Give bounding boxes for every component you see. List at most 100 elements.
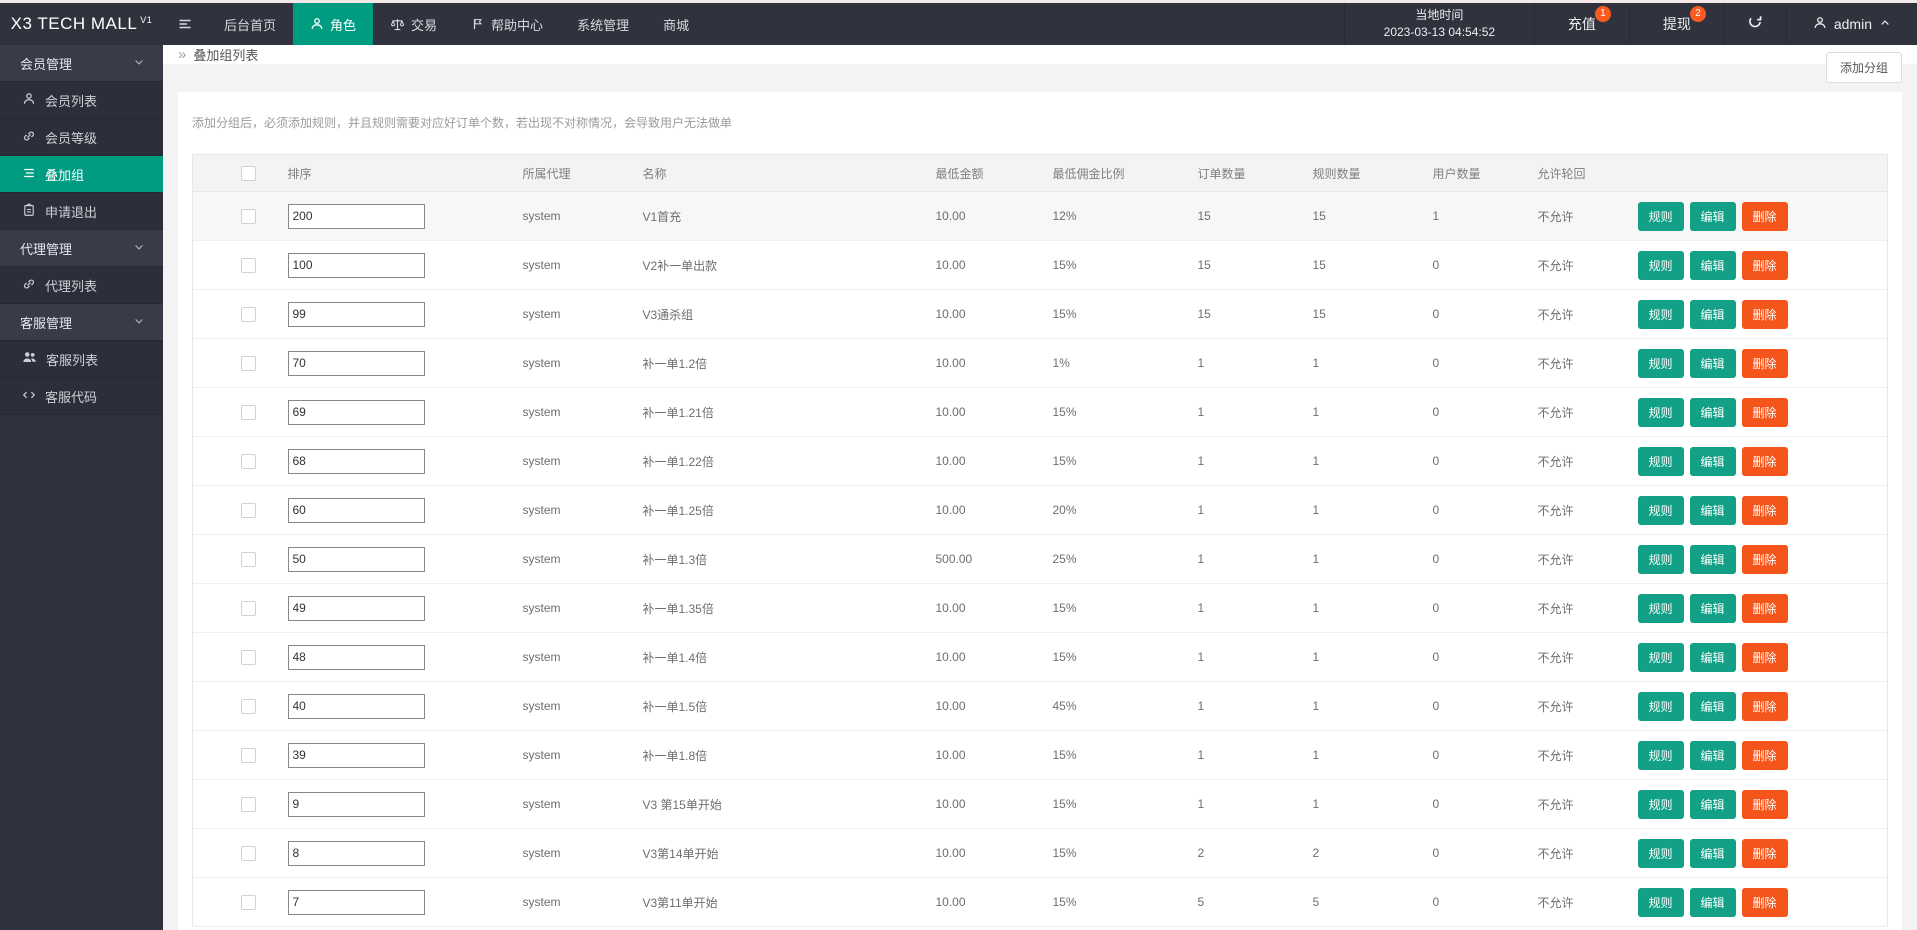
edit-button[interactable]: 编辑 (1689, 544, 1736, 574)
sidebar-group-5[interactable]: 代理管理 (0, 230, 163, 267)
delete-button[interactable]: 删除 (1741, 838, 1788, 868)
rule-button[interactable]: 规则 (1637, 397, 1684, 427)
edit-button[interactable]: 编辑 (1689, 740, 1736, 770)
sort-input[interactable] (287, 644, 425, 670)
sort-input[interactable] (287, 889, 425, 915)
delete-button[interactable]: 删除 (1741, 593, 1788, 623)
rule-button[interactable]: 规则 (1637, 348, 1684, 378)
row-checkbox[interactable] (241, 600, 256, 616)
edit-button[interactable]: 编辑 (1689, 789, 1736, 819)
edit-button[interactable]: 编辑 (1689, 446, 1736, 476)
edit-button[interactable]: 编辑 (1689, 250, 1736, 280)
sort-input[interactable] (287, 399, 425, 425)
edit-button[interactable]: 编辑 (1689, 887, 1736, 917)
nav-item-0[interactable]: 后台首页 (207, 3, 293, 45)
rule-button[interactable]: 规则 (1637, 495, 1684, 525)
row-checkbox[interactable] (241, 453, 256, 469)
sort-input[interactable] (287, 252, 425, 278)
rule-button[interactable]: 规则 (1637, 544, 1684, 574)
sidebar-item-1[interactable]: 会员列表 (0, 82, 163, 119)
row-checkbox[interactable] (241, 796, 256, 812)
sort-input[interactable] (287, 742, 425, 768)
edit-button[interactable]: 编辑 (1689, 201, 1736, 231)
sidebar-item-3[interactable]: 叠加组 (0, 156, 163, 193)
row-checkbox[interactable] (241, 747, 256, 763)
edit-button[interactable]: 编辑 (1689, 593, 1736, 623)
edit-button[interactable]: 编辑 (1689, 299, 1736, 329)
sidebar-item-9[interactable]: 客服代码 (0, 378, 163, 415)
sort-input[interactable] (287, 497, 425, 523)
rule-button[interactable]: 规则 (1637, 250, 1684, 280)
delete-button[interactable]: 删除 (1741, 495, 1788, 525)
row-checkbox[interactable] (241, 845, 256, 861)
sidebar-group-0[interactable]: 会员管理 (0, 45, 163, 82)
row-checkbox[interactable] (241, 355, 256, 371)
row-checkbox[interactable] (241, 894, 256, 910)
rule-button[interactable]: 规则 (1637, 789, 1684, 819)
rule-button[interactable]: 规则 (1637, 642, 1684, 672)
delete-button[interactable]: 删除 (1741, 201, 1788, 231)
rule-button[interactable]: 规则 (1637, 740, 1684, 770)
edit-button[interactable]: 编辑 (1689, 348, 1736, 378)
edit-button[interactable]: 编辑 (1689, 691, 1736, 721)
refresh-button[interactable] (1723, 3, 1786, 45)
add-group-button[interactable]: 添加分组 (1825, 52, 1902, 83)
nav-item-1[interactable]: 角色 (293, 3, 374, 45)
edit-button[interactable]: 编辑 (1689, 642, 1736, 672)
recharge-button[interactable]: 充值 1 (1533, 3, 1629, 45)
sort-input[interactable] (287, 791, 425, 817)
withdraw-button[interactable]: 提现 2 (1628, 3, 1724, 45)
sort-input[interactable] (287, 448, 425, 474)
rule-button[interactable]: 规则 (1637, 299, 1684, 329)
withdraw-label: 提现 (1662, 16, 1691, 32)
sort-input[interactable] (287, 595, 425, 621)
rule-button[interactable]: 规则 (1637, 446, 1684, 476)
row-checkbox[interactable] (241, 404, 256, 420)
delete-button[interactable]: 删除 (1741, 397, 1788, 427)
sidebar-toggle-button[interactable] (163, 3, 207, 45)
edit-button[interactable]: 编辑 (1689, 838, 1736, 868)
rule-button[interactable]: 规则 (1637, 201, 1684, 231)
sort-input[interactable] (287, 693, 425, 719)
delete-button[interactable]: 删除 (1741, 642, 1788, 672)
row-checkbox[interactable] (241, 306, 256, 322)
delete-button[interactable]: 删除 (1741, 446, 1788, 476)
nav-item-2[interactable]: 交易 (373, 3, 454, 45)
sidebar-group-7[interactable]: 客服管理 (0, 304, 163, 341)
nav-item-5[interactable]: 商城 (646, 3, 706, 45)
row-checkbox[interactable] (241, 257, 256, 273)
edit-button[interactable]: 编辑 (1689, 397, 1736, 427)
sidebar-item-8[interactable]: 客服列表 (0, 341, 163, 378)
select-all-checkbox[interactable] (241, 165, 256, 181)
sort-input[interactable] (287, 840, 425, 866)
row-checkbox[interactable] (241, 551, 256, 567)
row-checkbox[interactable] (241, 208, 256, 224)
nav-item-3[interactable]: 帮助中心 (454, 3, 560, 45)
sidebar-item-4[interactable]: 申请退出 (0, 193, 163, 230)
delete-button[interactable]: 删除 (1741, 887, 1788, 917)
edit-button[interactable]: 编辑 (1689, 495, 1736, 525)
delete-button[interactable]: 删除 (1741, 740, 1788, 770)
row-checkbox[interactable] (241, 698, 256, 714)
delete-button[interactable]: 删除 (1741, 348, 1788, 378)
rule-button[interactable]: 规则 (1637, 691, 1684, 721)
rule-button[interactable]: 规则 (1637, 838, 1684, 868)
delete-button[interactable]: 删除 (1741, 544, 1788, 574)
sort-input[interactable] (287, 350, 425, 376)
rule-button[interactable]: 规则 (1637, 593, 1684, 623)
sort-input[interactable] (287, 203, 425, 229)
sort-input[interactable] (287, 546, 425, 572)
nav-item-4[interactable]: 系统管理 (560, 3, 646, 45)
row-checkbox[interactable] (241, 502, 256, 518)
sort-input[interactable] (287, 301, 425, 327)
delete-button[interactable]: 删除 (1741, 250, 1788, 280)
delete-button[interactable]: 删除 (1741, 789, 1788, 819)
delete-button[interactable]: 删除 (1741, 691, 1788, 721)
row-checkbox[interactable] (241, 649, 256, 665)
sidebar-item-6[interactable]: 代理列表 (0, 267, 163, 304)
rule-button[interactable]: 规则 (1637, 887, 1684, 917)
user-menu[interactable]: admin (1785, 3, 1917, 45)
table-row: system 补一单1.3倍 500.00 25% 1 1 0 不允许 规则编辑删除 (192, 534, 1888, 584)
sidebar-item-2[interactable]: 会员等级 (0, 119, 163, 156)
delete-button[interactable]: 删除 (1741, 299, 1788, 329)
